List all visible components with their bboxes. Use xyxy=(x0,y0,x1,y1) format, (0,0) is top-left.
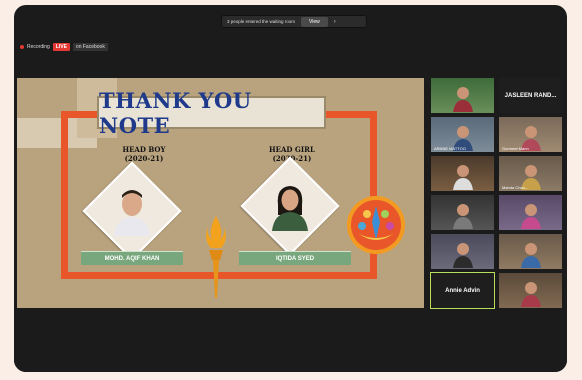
participant-tile[interactable] xyxy=(499,195,562,230)
recording-indicator: Recording LIVE on Facebook xyxy=(20,43,108,51)
waiting-room-text: 3 people entered the waiting room xyxy=(227,19,296,24)
torch-icon xyxy=(206,216,226,298)
participant-name: ARNNE MATTOO xyxy=(434,146,466,151)
person-icon xyxy=(520,204,541,229)
slide-title-box: THANK YOU NOTE xyxy=(97,88,326,138)
participant-tile[interactable]: Mamta Chou... xyxy=(499,156,562,191)
head-boy-year: (2020-21) xyxy=(124,154,164,163)
participant-tile-active-speaker[interactable]: Annie Advin xyxy=(430,272,495,309)
participant-tile[interactable] xyxy=(431,195,494,230)
view-waiting-room-button[interactable]: View xyxy=(301,16,328,27)
shared-screen: THANK YOU NOTE HEAD BOY (2020-21) MOHD. … xyxy=(17,78,424,308)
person-icon xyxy=(452,87,473,112)
live-badge[interactable]: LIVE xyxy=(52,43,70,51)
participant-name: JASLEEN RAND... xyxy=(504,92,557,99)
person-icon xyxy=(114,190,150,236)
participant-name: Gurmeet Mann xyxy=(502,146,529,151)
participant-tile[interactable]: JASLEEN RAND... xyxy=(499,78,562,113)
zoom-window: Recording LIVE on Facebook 3 people ente… xyxy=(14,5,567,372)
meeting-topbar: Recording LIVE on Facebook xyxy=(14,39,567,55)
head-boy-role: HEAD BOY (2020-21) xyxy=(114,145,174,163)
participant-gallery: JASLEEN RAND... ARNNE MATTOO Gurmeet Man… xyxy=(427,78,567,318)
participant-name: Annie Advin xyxy=(445,287,480,294)
person-icon xyxy=(452,165,473,190)
meeting-controls-bar xyxy=(14,335,567,372)
person-icon xyxy=(520,282,541,307)
waiting-room-notification: 3 people entered the waiting room View › xyxy=(221,15,367,28)
participant-name: Mamta Chou... xyxy=(502,185,529,190)
participant-tile[interactable] xyxy=(499,234,562,269)
live-platform-dropdown[interactable]: on Facebook xyxy=(72,43,108,51)
participant-tile[interactable] xyxy=(431,156,494,191)
person-icon xyxy=(272,186,308,231)
participant-tile[interactable] xyxy=(499,273,562,308)
recording-label: Recording xyxy=(27,44,50,50)
person-icon xyxy=(452,204,473,229)
head-boy-nameplate: MOHD. AQIF KHAN xyxy=(81,251,183,265)
recording-dot-icon xyxy=(20,45,24,49)
close-icon[interactable]: › xyxy=(334,19,336,25)
person-icon xyxy=(520,243,541,268)
participant-tile[interactable] xyxy=(431,234,494,269)
head-boy-role-text: HEAD BOY xyxy=(122,145,166,154)
participant-tile[interactable]: Gurmeet Mann xyxy=(499,117,562,152)
slide-title: THANK YOU NOTE xyxy=(99,87,252,138)
school-logo-icon xyxy=(347,196,405,254)
head-girl-role-text: HEAD GIRL xyxy=(269,145,315,154)
person-icon xyxy=(452,243,473,268)
participant-tile[interactable] xyxy=(431,78,494,113)
participant-tile[interactable]: ARNNE MATTOO xyxy=(431,117,494,152)
head-girl-nameplate: IQTIDA SYED xyxy=(239,251,351,265)
